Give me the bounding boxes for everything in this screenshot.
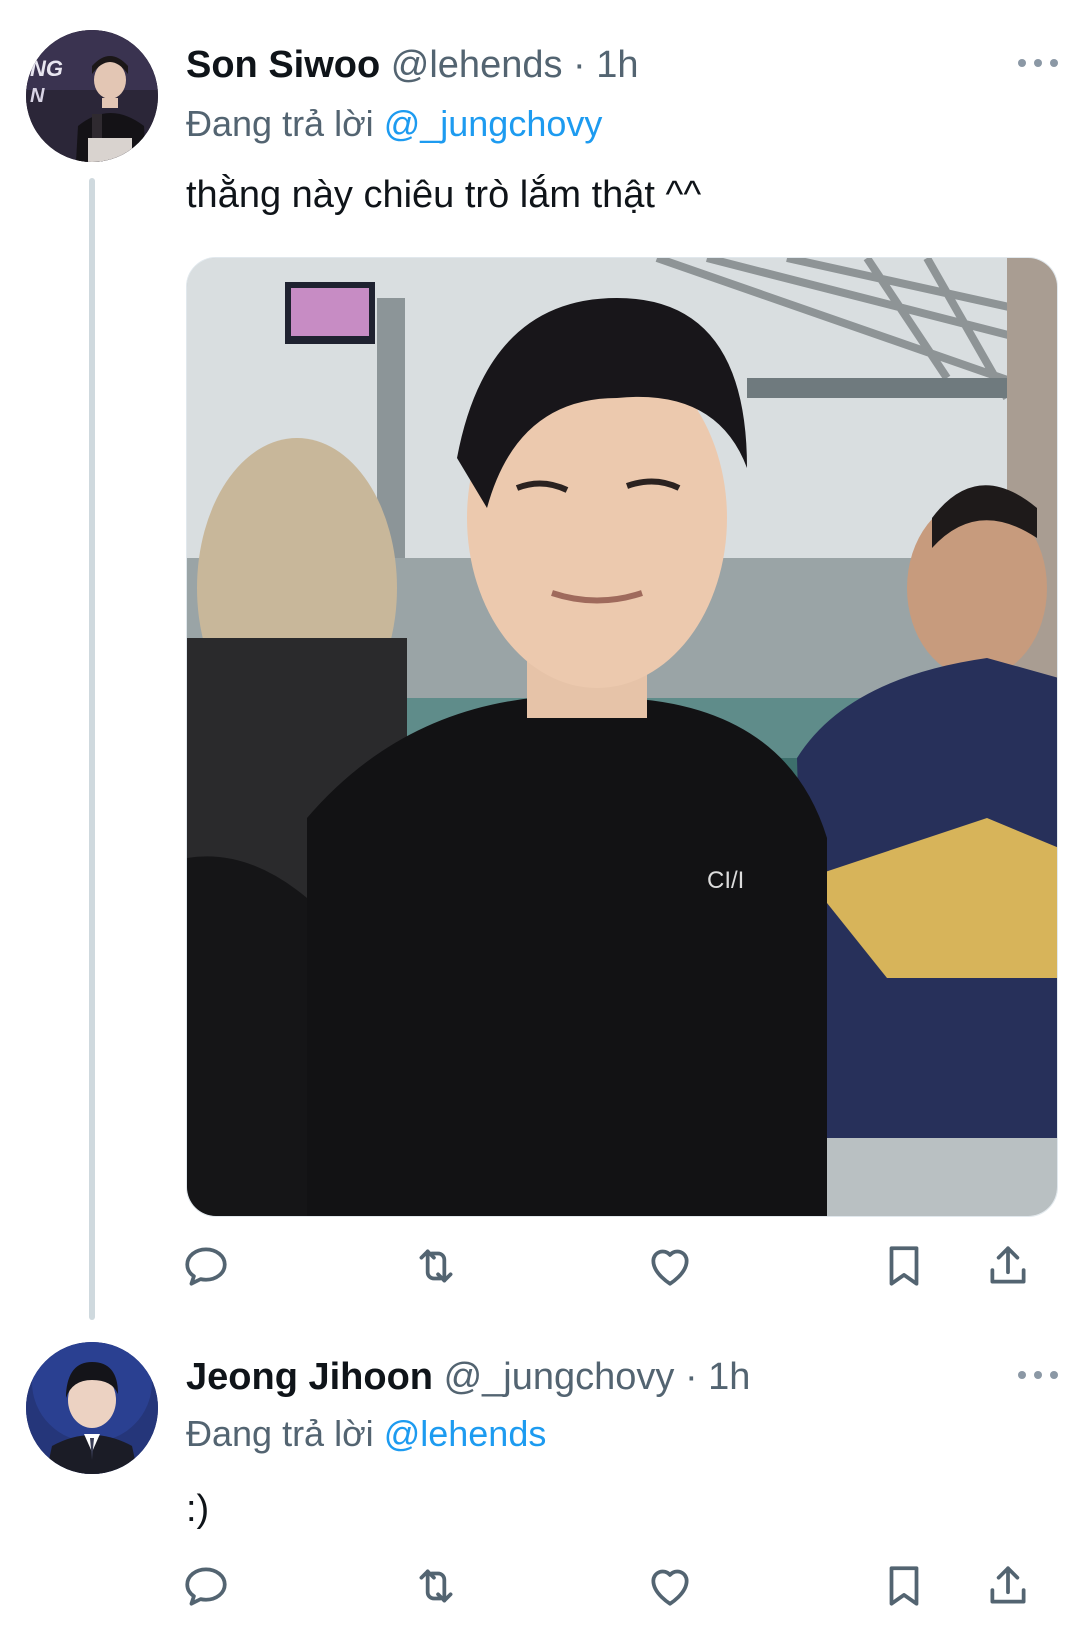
avatar[interactable]: NG N: [26, 30, 158, 162]
timestamp[interactable]: 1h: [708, 1356, 750, 1398]
reply-mention-link[interactable]: @lehends: [384, 1413, 547, 1454]
separator-dot: ·: [684, 1356, 698, 1398]
display-name[interactable]: Jeong Jihoon: [186, 1356, 433, 1398]
share-icon[interactable]: [980, 1558, 1036, 1614]
replying-to: Đang trả lời @_jungchovy: [186, 106, 602, 142]
svg-text:N: N: [30, 85, 45, 107]
retweet-icon[interactable]: [408, 1558, 464, 1614]
replying-to: Đang trả lời @lehends: [186, 1416, 546, 1452]
separator-dot: ·: [573, 44, 586, 86]
reply-icon[interactable]: [178, 1558, 234, 1614]
heart-icon[interactable]: [642, 1558, 698, 1614]
reply-prefix: Đang trả lời: [186, 1413, 374, 1454]
tweet-jeong-jihoon[interactable]: Jeong Jihoon @_jungchovy · 1h Đang trả l…: [0, 1320, 1080, 1634]
retweet-icon[interactable]: [408, 1238, 464, 1294]
timestamp[interactable]: 1h: [596, 44, 638, 86]
tweet-text: thằng này chiêu trò lắm thật ^^: [186, 174, 702, 216]
bookmark-icon[interactable]: [876, 1558, 932, 1614]
reply-mention-link[interactable]: @_jungchovy: [384, 103, 603, 144]
tweet-photo[interactable]: CI/I: [186, 257, 1058, 1217]
heart-icon[interactable]: [642, 1238, 698, 1294]
user-handle[interactable]: @_jungchovy: [444, 1356, 675, 1398]
tweet-actions: [0, 1238, 1080, 1298]
avatar[interactable]: [26, 1342, 158, 1474]
reply-icon[interactable]: [178, 1238, 234, 1294]
avatar-badge-text: NG: [30, 56, 63, 81]
display-name[interactable]: Son Siwoo: [186, 44, 380, 86]
reply-prefix: Đang trả lời: [186, 103, 374, 144]
tweet-header: Son Siwoo @lehends · 1h: [186, 46, 639, 84]
more-icon[interactable]: [1018, 56, 1058, 70]
tweet-actions: [0, 1558, 1080, 1618]
tweet-text: :): [186, 1488, 210, 1530]
bookmark-icon[interactable]: [876, 1238, 932, 1294]
svg-text:CI/I: CI/I: [707, 867, 744, 894]
tweet-header: Jeong Jihoon @_jungchovy · 1h: [186, 1358, 750, 1396]
more-icon[interactable]: [1018, 1368, 1058, 1382]
share-icon[interactable]: [980, 1238, 1036, 1294]
user-handle[interactable]: @lehends: [391, 44, 563, 86]
tweet-son-siwoo[interactable]: NG N Son Siwoo @lehends · 1h Đang trả lờ…: [0, 0, 1080, 1300]
